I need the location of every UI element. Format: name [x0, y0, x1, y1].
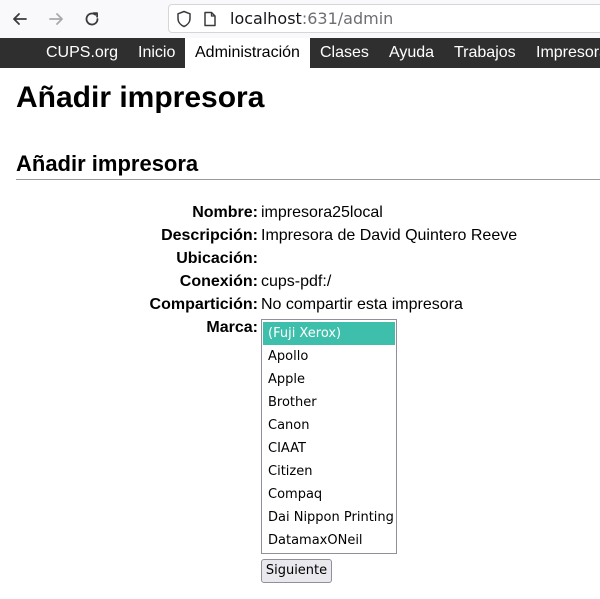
nav-item-inicio[interactable]: Inicio [138, 38, 175, 68]
nav-item-cups-org[interactable]: CUPS.org [46, 38, 118, 68]
conexion-label: Conexión: [179, 273, 258, 290]
url-host: localhost [230, 9, 302, 28]
marca-option-brother[interactable]: Brother [263, 391, 395, 414]
descripcion-value: Impresora de David Quintero Reeve [261, 227, 518, 244]
forward-button[interactable] [45, 8, 67, 30]
marca-option-dai-nippon-printing[interactable]: Dai Nippon Printing [263, 506, 395, 529]
nombre-label: Nombre: [192, 204, 258, 221]
reload-icon [85, 12, 99, 26]
page-title: Añadir impresora [16, 81, 265, 114]
arrow-right-icon [49, 13, 63, 25]
descripcion-label: Descripción: [161, 227, 258, 244]
browser-toolbar: localhost:631/admin [0, 0, 600, 38]
back-button[interactable] [9, 8, 31, 30]
marca-listbox[interactable]: (Fuji Xerox) Apollo Apple Brother Canon … [261, 319, 397, 554]
marca-option-datamaxoneil[interactable]: DatamaxONeil [263, 529, 395, 552]
marca-option-ciaat[interactable]: CIAAT [263, 437, 395, 460]
cups-navigation-bar: CUPS.org Inicio Administración Clases Ay… [0, 38, 600, 68]
address-bar[interactable]: localhost:631/admin [168, 4, 600, 33]
marca-option-fuji-xerox[interactable]: (Fuji Xerox) [263, 322, 395, 345]
comparticion-value: No compartir esta impresora [261, 296, 463, 313]
siguiente-button[interactable]: Siguiente [261, 559, 332, 583]
marca-label: Marca: [206, 319, 258, 336]
comparticion-label: Compartición: [149, 296, 258, 313]
ubicacion-label: Ubicación: [176, 250, 258, 267]
nav-item-administracion[interactable]: Administración [185, 38, 310, 68]
conexion-value: cups-pdf:/ [261, 273, 332, 290]
url-text[interactable]: localhost:631/admin [230, 9, 393, 29]
marca-option-citizen[interactable]: Citizen [263, 460, 395, 483]
marca-option-canon[interactable]: Canon [263, 414, 395, 437]
marca-option-apple[interactable]: Apple [263, 368, 395, 391]
section-divider [16, 179, 600, 180]
marca-option-apollo[interactable]: Apollo [263, 345, 395, 368]
nombre-value: impresora25local [261, 204, 383, 221]
shield-icon [176, 10, 192, 32]
nav-item-clases[interactable]: Clases [320, 38, 369, 68]
nav-item-trabajos[interactable]: Trabajos [454, 38, 516, 68]
arrow-left-icon [13, 13, 27, 25]
section-title: Añadir impresora [16, 151, 199, 176]
url-path: :631/admin [301, 9, 394, 28]
marca-option-compaq[interactable]: Compaq [263, 483, 395, 506]
nav-item-ayuda[interactable]: Ayuda [389, 38, 434, 68]
reload-button[interactable] [81, 8, 103, 30]
page-icon [203, 11, 217, 31]
nav-item-impresoras[interactable]: Impresoras [536, 38, 600, 68]
